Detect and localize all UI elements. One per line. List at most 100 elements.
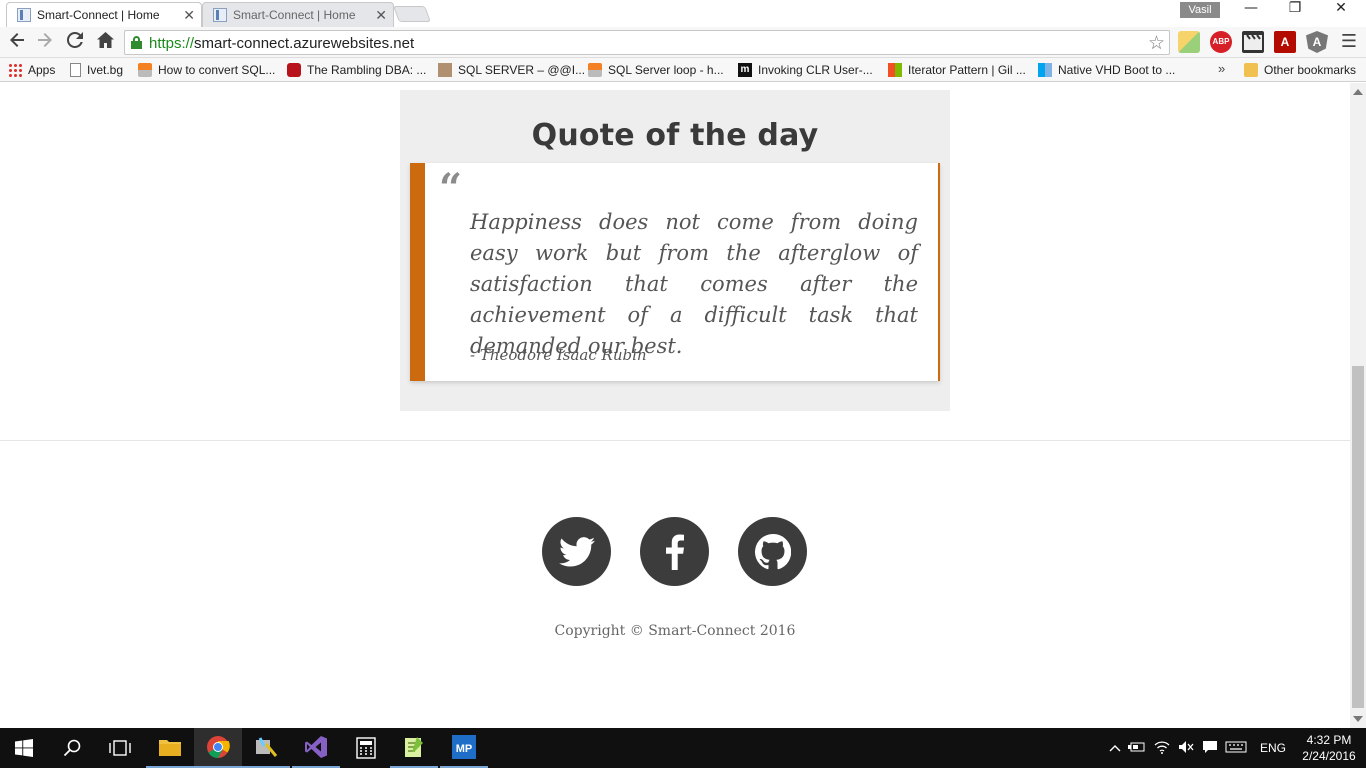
address-bar[interactable]: https://smart-connect.azurewebsites.net … (124, 30, 1170, 55)
stackoverflow-icon (588, 63, 602, 77)
bookmark-sql-server-identity[interactable]: SQL SERVER – @@I... (438, 62, 585, 78)
bookmark-label: Invoking CLR User-... (758, 63, 873, 77)
back-button[interactable] (4, 30, 30, 56)
windows-icon (1038, 63, 1052, 77)
back-arrow-icon (10, 33, 24, 47)
photo-icon (438, 63, 452, 77)
system-clock[interactable]: 4:32 PM 2/24/2016 (1296, 732, 1362, 764)
twitter-icon (558, 536, 595, 567)
calculator-icon (356, 737, 376, 759)
bookmark-iterator-pattern[interactable]: Iterator Pattern | Gil ... (888, 62, 1026, 78)
visual-studio-taskbar-button[interactable] (292, 728, 340, 768)
angular-icon[interactable]: A (1306, 31, 1328, 53)
bookmark-convert-sql[interactable]: How to convert SQL... (138, 62, 275, 78)
input-language[interactable]: ENG (1256, 741, 1290, 755)
calculator-taskbar-button[interactable] (342, 728, 390, 768)
keyboard-icon[interactable] (1222, 741, 1250, 756)
close-window-button[interactable]: ✕ (1318, 0, 1364, 24)
quote-author: - Theodore Isaac Rubin (470, 346, 647, 364)
chrome-icon (207, 736, 230, 758)
reload-icon (66, 31, 83, 48)
chrome-taskbar-button[interactable] (194, 728, 242, 768)
extension-colorful-icon[interactable] (1178, 31, 1200, 53)
mp-app-icon: MP (452, 735, 476, 759)
lock-icon (131, 36, 142, 49)
twitter-link[interactable] (542, 517, 611, 586)
quote-mark-icon: “ (439, 165, 463, 212)
tab-smart-connect-active[interactable]: Smart-Connect | Home ✕ (6, 2, 202, 27)
close-tab-icon[interactable]: ✕ (183, 7, 201, 24)
facebook-link[interactable] (640, 517, 709, 586)
reload-button[interactable] (62, 30, 88, 56)
bookmark-label: Native VHD Boot to ... (1058, 63, 1176, 77)
m-icon: m (738, 63, 752, 77)
footer-divider (0, 440, 1350, 441)
show-hidden-icons-icon[interactable] (1106, 741, 1124, 755)
bookmark-invoking-clr[interactable]: m Invoking CLR User-... (738, 62, 873, 78)
facebook-icon (665, 534, 684, 570)
acrobat-pdf-icon[interactable]: A (1274, 31, 1296, 53)
profile-button[interactable]: Vasil (1180, 2, 1220, 18)
scroll-down-arrow-icon[interactable] (1353, 716, 1363, 722)
github-link[interactable] (738, 517, 807, 586)
chrome-menu-icon[interactable]: ☰ (1338, 31, 1360, 53)
start-button[interactable] (0, 728, 48, 768)
notepad-icon (405, 737, 423, 757)
scroll-up-arrow-icon[interactable] (1353, 89, 1363, 95)
home-icon (96, 32, 114, 48)
tab-title: Smart-Connect | Home (233, 8, 356, 22)
bookmark-label: SQL SERVER – @@I... (458, 63, 586, 77)
close-tab-icon[interactable]: ✕ (375, 7, 393, 24)
bookmark-sql-server-loop[interactable]: SQL Server loop - h... (588, 62, 724, 78)
notepad-plus-taskbar-button[interactable] (390, 728, 438, 768)
task-view-button[interactable] (96, 728, 144, 768)
apps-grid-icon (8, 63, 22, 77)
home-button[interactable] (92, 30, 118, 56)
file-explorer-taskbar-button[interactable] (146, 728, 194, 768)
page-icon (70, 63, 81, 77)
tab-smart-connect-inactive[interactable]: Smart-Connect | Home ✕ (202, 2, 394, 27)
battery-icon[interactable] (1124, 741, 1150, 756)
forward-arrow-icon (38, 33, 52, 47)
bookmark-label: How to convert SQL... (158, 63, 276, 77)
copyright-text: Copyright © Smart-Connect 2016 (554, 623, 796, 639)
clock-time: 4:32 PM (1306, 733, 1352, 747)
bookmark-label: Ivet.bg (87, 63, 124, 77)
forward-button[interactable] (32, 30, 58, 56)
folder-icon (159, 740, 181, 756)
minimize-button[interactable]: — (1228, 0, 1274, 24)
bookmark-ivet[interactable]: Ivet.bg (70, 62, 123, 78)
scrollbar-thumb[interactable] (1352, 366, 1364, 708)
bookmark-native-vhd[interactable]: Native VHD Boot to ... (1038, 62, 1175, 78)
other-bookmarks-folder[interactable]: Other bookmarks (1244, 62, 1356, 78)
page-favicon-icon (17, 8, 31, 22)
tools-taskbar-button[interactable] (242, 728, 290, 768)
search-button[interactable] (48, 728, 96, 768)
adblock-plus-icon[interactable]: ABP (1210, 31, 1232, 53)
bookmark-apps[interactable]: Apps (8, 62, 55, 78)
bookmark-star-icon[interactable]: ☆ (1148, 32, 1165, 54)
clapperboard-icon[interactable] (1242, 31, 1264, 53)
page-viewport: Quote of the day “ Happiness does not co… (0, 83, 1350, 728)
page-scrollbar[interactable] (1350, 83, 1366, 728)
url-text[interactable]: https://smart-connect.azurewebsites.net (149, 35, 414, 52)
more-bookmarks-button[interactable]: » (1218, 61, 1225, 76)
tools-icon (256, 737, 278, 757)
microsoft-icon (888, 63, 902, 77)
action-center-icon[interactable] (1198, 740, 1222, 757)
stackoverflow-icon (138, 63, 152, 77)
clock-date: 2/24/2016 (1302, 749, 1356, 763)
bookmark-label: SQL Server loop - h... (608, 63, 724, 77)
red-site-icon (287, 63, 301, 77)
bookmark-label: Apps (28, 63, 56, 77)
volume-muted-icon[interactable] (1174, 740, 1198, 757)
bookmark-label: Iterator Pattern | Gil ... (908, 63, 1026, 77)
bookmark-rambling-dba[interactable]: The Rambling DBA: ... (287, 62, 426, 78)
restore-button[interactable]: ❐ (1272, 0, 1318, 24)
browser-toolbar: https://smart-connect.azurewebsites.net … (0, 27, 1366, 58)
mp-app-taskbar-button[interactable]: MP (440, 728, 488, 768)
wifi-icon[interactable] (1150, 740, 1174, 757)
new-tab-button[interactable] (393, 6, 431, 22)
bookmark-label: Other bookmarks (1264, 63, 1357, 77)
bookmark-label: The Rambling DBA: ... (307, 63, 427, 77)
